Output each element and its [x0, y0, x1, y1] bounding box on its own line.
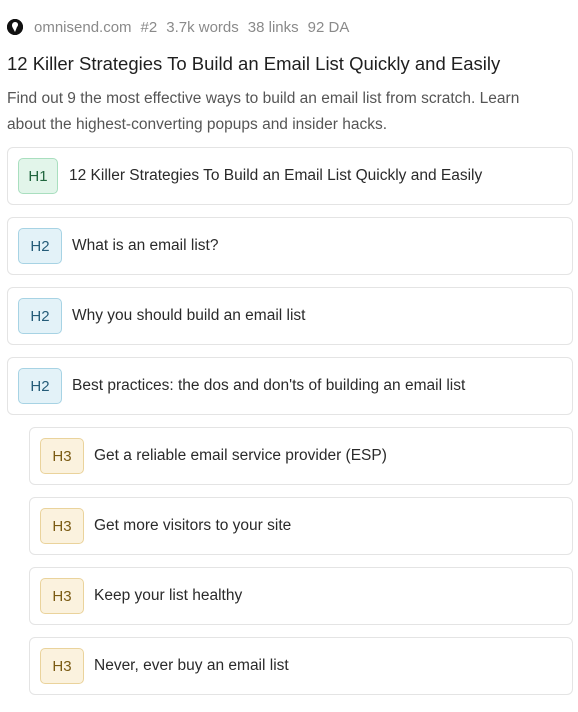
heading-level-badge: H3	[40, 508, 84, 544]
heading-level-badge: H2	[18, 228, 62, 264]
heading-level-badge: H3	[40, 578, 84, 614]
heading-text: Get a reliable email service provider (E…	[94, 447, 387, 464]
result-meta: omnisend.com #2 3.7k words 38 links 92 D…	[7, 17, 578, 37]
heading-text: Why you should build an email list	[72, 307, 306, 324]
heading-text: Best practices: the dos and don'ts of bu…	[72, 377, 466, 394]
outline-item-h2[interactable]: H2 What is an email list?	[7, 217, 573, 275]
outline-item-h3[interactable]: H3 Get more visitors to your site	[29, 497, 573, 555]
heading-level-badge: H1	[18, 158, 58, 194]
heading-level-badge: H2	[18, 298, 62, 334]
rank-value: #2	[140, 18, 158, 36]
heading-level-badge: H3	[40, 438, 84, 474]
heading-text: What is an email list?	[72, 237, 219, 254]
heading-level-badge: H3	[40, 648, 84, 684]
link-count: 38 links	[247, 18, 299, 36]
outline-item-h2[interactable]: H2 Why you should build an email list	[7, 287, 573, 345]
description-line-2: about the highest-converting popups and …	[7, 116, 387, 133]
outline-item-h3[interactable]: H3 Never, ever buy an email list	[29, 637, 573, 695]
word-count: 3.7k words	[166, 18, 239, 36]
heading-level-badge: H2	[18, 368, 62, 404]
heading-text: Keep your list healthy	[94, 587, 243, 604]
domain-authority: 92 DA	[307, 18, 350, 36]
result-description: Find out 9 the most effective ways to bu…	[7, 86, 578, 138]
result-title[interactable]: 12 Killer Strategies To Build an Email L…	[7, 52, 578, 76]
outline-item-h1[interactable]: H1 12 Killer Strategies To Build an Emai…	[7, 147, 573, 205]
description-line-1: Find out 9 the most effective ways to bu…	[7, 90, 520, 107]
heading-text: Get more visitors to your site	[94, 517, 292, 534]
outline-item-h3[interactable]: H3 Get a reliable email service provider…	[29, 427, 573, 485]
heading-text: 12 Killer Strategies To Build an Email L…	[69, 167, 483, 184]
site-favicon-icon	[7, 19, 23, 35]
heading-text: Never, ever buy an email list	[94, 657, 289, 674]
site-domain[interactable]: omnisend.com	[34, 19, 132, 36]
heading-outline: H1 12 Killer Strategies To Build an Emai…	[7, 147, 578, 695]
serp-result-card: omnisend.com #2 3.7k words 38 links 92 D…	[0, 17, 578, 712]
outline-item-h2[interactable]: H2 Best practices: the dos and don'ts of…	[7, 357, 573, 415]
outline-item-h3[interactable]: H3 Keep your list healthy	[29, 567, 573, 625]
